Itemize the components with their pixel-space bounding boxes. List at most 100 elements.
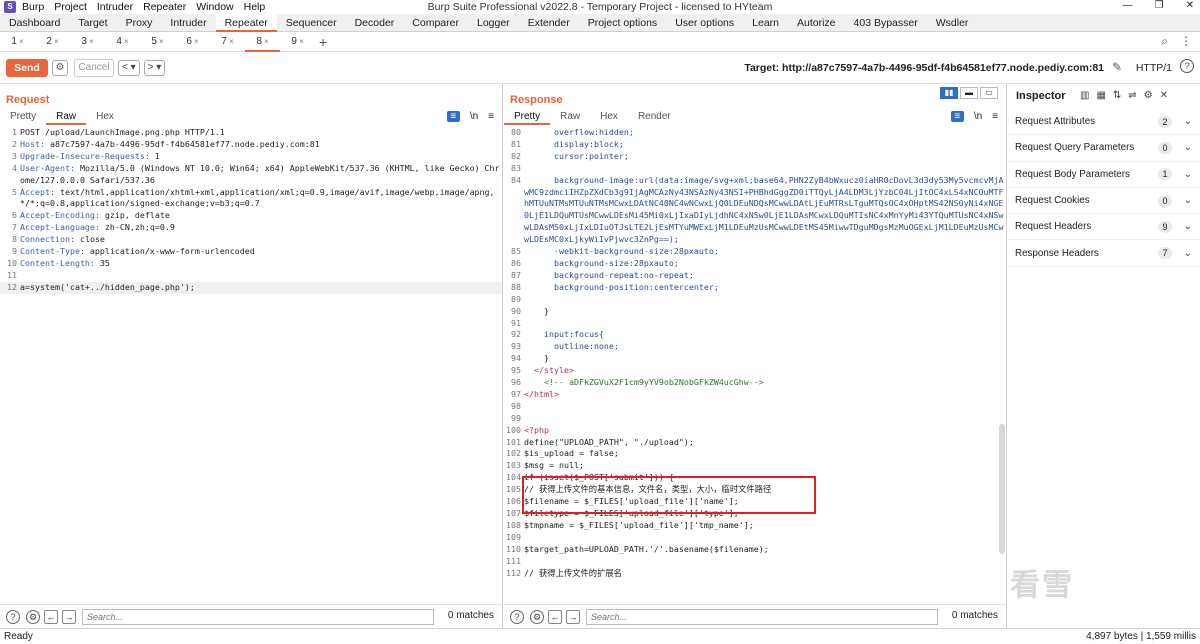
inspector-row[interactable]: Request Cookies 0 ⌄ — [1008, 188, 1200, 215]
tab-raw[interactable]: Raw — [550, 110, 590, 125]
search-input[interactable] — [82, 608, 434, 625]
layout-icon[interactable]: ▥ — [1080, 90, 1089, 101]
arrow-right-icon[interactable]: → — [62, 609, 76, 624]
arrow-left-icon[interactable]: ← — [548, 609, 562, 624]
close-tab-icon[interactable]: × — [19, 37, 24, 46]
layout-split-icon[interactable]: ▮▮ — [940, 87, 958, 99]
forward-button[interactable]: > ▾ — [143, 59, 166, 76]
menu-help[interactable]: Help — [244, 1, 266, 13]
close-tab-icon[interactable]: × — [194, 37, 199, 46]
request-editor[interactable]: 1 POST /upload/LaunchImage.png.php HTTP/1… — [0, 127, 502, 604]
chevron-down-icon[interactable]: ⌄ — [1184, 142, 1192, 153]
help-icon[interactable]: ? — [1180, 59, 1194, 73]
pencil-icon[interactable]: ✎ — [1112, 60, 1122, 74]
search-input[interactable] — [586, 608, 938, 625]
close-icon[interactable]: ✕ — [1186, 0, 1194, 11]
tab-raw[interactable]: Raw — [46, 110, 87, 125]
repeater-tab[interactable]: 3 × — [70, 32, 105, 52]
newline-icon[interactable]: \n — [974, 111, 982, 122]
close-tab-icon[interactable]: × — [299, 37, 304, 46]
repeater-tab[interactable]: 7 × — [210, 32, 245, 52]
more-options-icon[interactable]: ⋮ — [1180, 34, 1192, 49]
minimize-icon[interactable]: — — [1123, 0, 1133, 11]
tab-proxy[interactable]: Proxy — [117, 14, 162, 32]
tab-extender[interactable]: Extender — [519, 14, 579, 32]
tab-sequencer[interactable]: Sequencer — [277, 14, 346, 32]
inspector-row[interactable]: Response Headers 7 ⌄ — [1008, 240, 1200, 267]
repeater-tab[interactable]: 9 × — [280, 32, 315, 52]
repeater-tab[interactable]: 2 × — [35, 32, 70, 52]
align-icon[interactable]: ⇅ — [1113, 90, 1121, 101]
repeater-tab[interactable]: 1 × — [0, 32, 35, 52]
gear-icon[interactable]: ⚙ — [1144, 90, 1153, 101]
response-editor[interactable]: 80 overflow:hidden; 81 display:block; 82 c… — [504, 127, 1006, 604]
inspector-row[interactable]: Request Query Parameters 0 ⌄ — [1008, 135, 1200, 162]
tab-decoder[interactable]: Decoder — [346, 14, 404, 32]
tab-autorize[interactable]: Autorize — [788, 14, 845, 32]
chevron-down-icon[interactable]: ⌄ — [1184, 221, 1192, 232]
tab-render[interactable]: Render — [628, 110, 681, 125]
tab-wsdler[interactable]: Wsdler — [927, 14, 978, 32]
close-tab-icon[interactable]: × — [159, 37, 164, 46]
menu-project[interactable]: Project — [54, 1, 87, 13]
chevron-down-icon[interactable]: ⌄ — [1184, 116, 1192, 127]
gear-icon[interactable]: ⚙ — [52, 59, 68, 76]
menu-icon[interactable]: ≡ — [992, 111, 998, 122]
close-tab-icon[interactable]: × — [229, 37, 234, 46]
layout-horizontal-icon[interactable]: ▬ — [960, 87, 978, 99]
tab-comparer[interactable]: Comparer — [403, 14, 468, 32]
add-tab-icon[interactable]: + — [319, 34, 327, 50]
tab-project-options[interactable]: Project options — [579, 14, 666, 32]
inspector-row[interactable]: Request Headers 9 ⌄ — [1008, 214, 1200, 241]
menu-repeater[interactable]: Repeater — [143, 1, 186, 13]
gear-icon[interactable]: ⚙ — [530, 609, 544, 624]
word-wrap-icon[interactable]: ≡ — [950, 111, 964, 122]
inspector-row[interactable]: Request Attributes 2 ⌄ — [1008, 109, 1200, 136]
close-tab-icon[interactable]: × — [264, 37, 269, 46]
tab-repeater[interactable]: Repeater — [215, 14, 277, 32]
help-icon[interactable]: ? — [510, 609, 524, 624]
help-icon[interactable]: ? — [6, 609, 20, 624]
menu-intruder[interactable]: Intruder — [97, 1, 133, 13]
arrow-right-icon[interactable]: → — [566, 609, 580, 624]
newline-icon[interactable]: \n — [470, 111, 478, 122]
close-icon[interactable]: ✕ — [1160, 90, 1168, 101]
tab-target[interactable]: Target — [69, 14, 116, 32]
word-wrap-icon[interactable]: ≡ — [446, 111, 460, 122]
tab-dashboard[interactable]: Dashboard — [0, 14, 69, 32]
tab-logger[interactable]: Logger — [468, 14, 519, 32]
menu-icon[interactable]: ≡ — [488, 111, 494, 122]
send-button[interactable]: Send — [6, 58, 48, 77]
repeater-tab[interactable]: 6 × — [175, 32, 210, 52]
repeater-tab-active[interactable]: 8 × — [245, 31, 280, 52]
tab-hex[interactable]: Hex — [590, 110, 628, 125]
tab-pretty[interactable]: Pretty — [504, 110, 551, 125]
close-tab-icon[interactable]: × — [54, 37, 59, 46]
chevron-down-icon[interactable]: ⌄ — [1184, 248, 1192, 259]
menu-window[interactable]: Window — [196, 1, 233, 13]
layout-icon[interactable]: ▦ — [1096, 90, 1105, 101]
tab-intruder[interactable]: Intruder — [161, 14, 215, 32]
http-version[interactable]: HTTP/1 — [1136, 62, 1172, 74]
cancel-button[interactable]: Cancel — [74, 58, 114, 77]
layout-tabs-icon[interactable]: ▭ — [980, 87, 998, 99]
tab-403-bypasser[interactable]: 403 Bypasser — [845, 14, 927, 32]
back-button[interactable]: < ▾ — [118, 59, 140, 76]
gear-icon[interactable]: ⚙ — [26, 609, 40, 624]
maximize-icon[interactable]: ❐ — [1155, 0, 1164, 11]
tab-learn[interactable]: Learn — [743, 14, 788, 32]
repeater-tab[interactable]: 4 × — [105, 32, 140, 52]
close-tab-icon[interactable]: × — [124, 37, 129, 46]
search-icon[interactable]: ⌕ — [1161, 34, 1168, 49]
inspector-row[interactable]: Request Body Parameters 1 ⌄ — [1008, 162, 1200, 188]
chevron-down-icon[interactable]: ⌄ — [1184, 195, 1192, 206]
chevron-down-icon[interactable]: ⌄ — [1184, 169, 1192, 180]
tab-hex[interactable]: Hex — [86, 110, 124, 125]
tab-user-options[interactable]: User options — [666, 14, 743, 32]
repeater-tab[interactable]: 5 × — [140, 32, 175, 52]
close-tab-icon[interactable]: × — [89, 37, 94, 46]
sort-icon[interactable]: ⇌ — [1128, 90, 1136, 101]
menu-burp[interactable]: Burp — [22, 1, 44, 13]
vertical-scrollbar[interactable] — [999, 424, 1005, 554]
arrow-left-icon[interactable]: ← — [44, 609, 58, 624]
